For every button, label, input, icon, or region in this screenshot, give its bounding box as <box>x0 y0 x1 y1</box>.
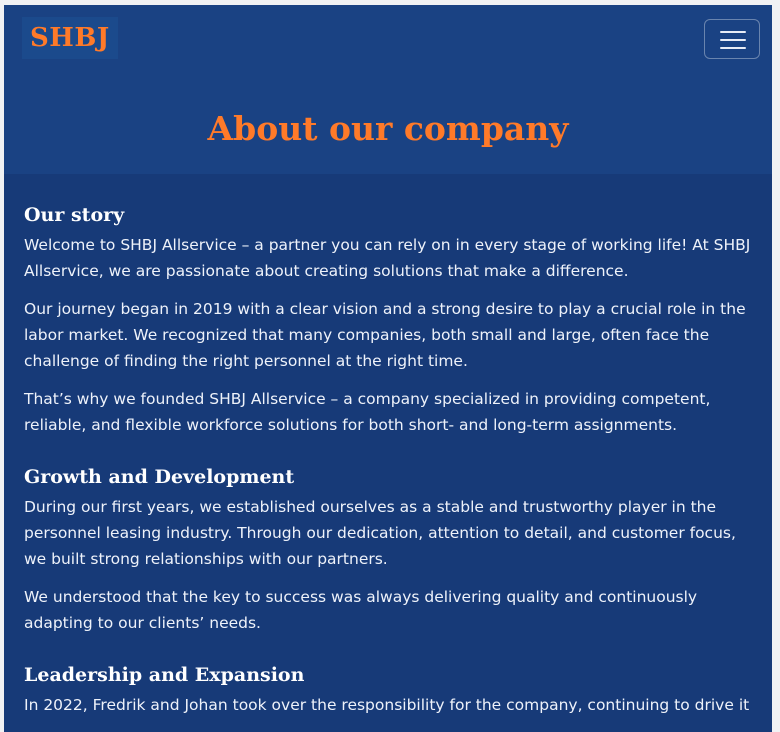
page-frame: SHBJ About our company Our story Welcome… <box>4 5 772 732</box>
section-growth-and-development: Growth and Development During our first … <box>24 464 752 636</box>
paragraph: Our journey began in 2019 with a clear v… <box>24 300 746 370</box>
main-content: Our story Welcome to SHBJ Allservice – a… <box>4 174 772 718</box>
paragraph: During our first years, we established o… <box>24 498 736 568</box>
section-leadership-and-expansion: Leadership and Expansion In 2022, Fredri… <box>24 662 752 718</box>
paragraph: In 2022, Fredrik and Johan took over the… <box>24 696 750 714</box>
page-title: About our company <box>207 109 569 148</box>
section-title: Our story <box>24 204 125 226</box>
brand-logo[interactable]: SHBJ <box>22 17 118 59</box>
paragraph: That’s why we founded SHBJ Allservice – … <box>24 390 711 434</box>
menu-toggle-button[interactable] <box>704 19 760 59</box>
paragraph: We understood that the key to success wa… <box>24 588 698 632</box>
header: SHBJ About our company <box>4 5 772 174</box>
section-our-story: Our story Welcome to SHBJ Allservice – a… <box>24 202 752 438</box>
paragraph: Welcome to SHBJ Allservice – a partner y… <box>24 236 751 280</box>
section-title: Leadership and Expansion <box>24 664 305 686</box>
section-title: Growth and Development <box>24 466 295 488</box>
